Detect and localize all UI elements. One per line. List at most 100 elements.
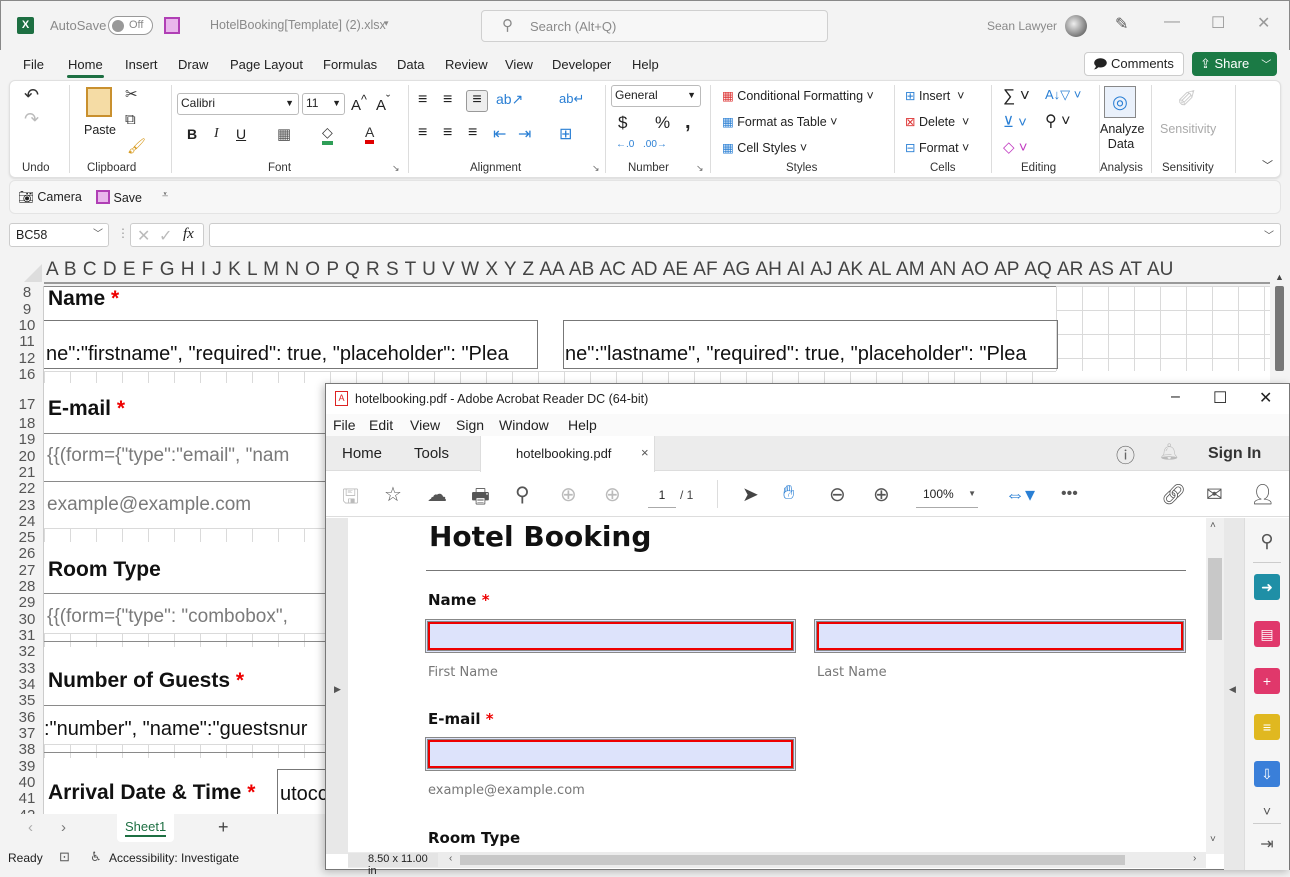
row-header[interactable]: 34 — [10, 679, 43, 691]
acro-menu-file[interactable]: File — [333, 417, 356, 433]
comments-button[interactable]: 🗩 Comments — [1084, 52, 1184, 76]
hand-tool-icon[interactable]: ✋︎ — [783, 482, 794, 505]
row-header[interactable]: 40 — [10, 777, 43, 789]
align-center-icon[interactable]: ≡ — [443, 124, 452, 142]
conditional-formatting-button[interactable]: ▦ Conditional Formatting ˅ — [722, 88, 874, 103]
row-header[interactable]: 12 — [10, 353, 43, 365]
sheet-tab-sheet1[interactable]: Sheet1 — [117, 814, 174, 842]
paste-icon[interactable] — [86, 87, 112, 117]
close-icon[interactable]: ✕ — [1257, 13, 1270, 33]
expand-left-panel-icon[interactable]: ▶ — [334, 684, 341, 695]
row-header[interactable]: 11 — [10, 336, 43, 348]
fill-icon[interactable]: ⊻ ˅ — [1003, 113, 1027, 131]
doc-scroll-up-icon[interactable]: ˄ — [1210, 520, 1216, 531]
file-name[interactable]: HotelBooking[Template] (2).xlsx — [210, 18, 386, 32]
organize-pages-icon[interactable]: ▤ — [1254, 621, 1280, 647]
row-header[interactable]: 37 — [10, 728, 43, 740]
format-cells-button[interactable]: ⊟ Format ˅ — [905, 140, 969, 155]
number-format-combo[interactable]: General ▼ — [611, 85, 701, 107]
doc-horizontal-scrollbar[interactable]: 8.50 x 11.00 in ‹ › — [348, 852, 1206, 877]
prev-page-icon[interactable]: ⊕ — [560, 482, 577, 507]
sign-in-button[interactable]: Sign In — [1208, 445, 1261, 463]
percent-icon[interactable]: % — [655, 113, 670, 133]
undo-icon[interactable]: ↶ — [24, 85, 39, 106]
underline-icon[interactable]: U — [236, 126, 246, 142]
cell-guests-code[interactable]: :"number", "name":"guestsnur — [44, 718, 334, 741]
scrollbar-thumb[interactable] — [1275, 286, 1284, 371]
doc-scroll-down-icon[interactable]: ˅ — [1210, 834, 1216, 845]
wrap-text-icon[interactable]: ab↵ — [559, 91, 584, 107]
decrease-font-icon[interactable]: Aˇ — [376, 93, 390, 114]
right-panel-splitter[interactable]: ◀ — [1224, 518, 1244, 870]
borders-icon[interactable]: ▦ — [277, 125, 291, 143]
scroll-right-icon[interactable]: › — [1193, 853, 1196, 864]
row-header[interactable]: 8 — [10, 287, 43, 299]
doc-vertical-scrollbar[interactable]: ˄ ˅ — [1206, 518, 1224, 854]
page-number-input[interactable]: 1 — [648, 486, 676, 508]
currency-icon[interactable]: $ — [618, 113, 627, 133]
search-text-icon[interactable]: ⚲ — [515, 482, 530, 507]
row-header[interactable]: 25 — [10, 532, 43, 544]
maximize-icon[interactable]: ☐ — [1211, 13, 1225, 33]
collapse-tools-icon[interactable]: ⇥ — [1254, 832, 1280, 858]
name-box[interactable]: BC58 ﹀ — [9, 223, 109, 247]
menu-data[interactable]: Data — [397, 57, 424, 72]
menu-home[interactable]: Home — [68, 57, 103, 72]
analyze-data-button[interactable]: Analyze Data — [1100, 122, 1144, 152]
cell-guests-label[interactable]: Number of Guests * — [48, 669, 244, 693]
acro-menu-sign[interactable]: Sign — [456, 417, 484, 433]
fill-color-icon[interactable]: ◇ — [322, 124, 333, 145]
acrobat-close-icon[interactable]: ✕ — [1259, 388, 1272, 408]
row-header[interactable]: 30 — [10, 614, 43, 626]
menu-formulas[interactable]: Formulas — [323, 57, 377, 72]
zoom-level-select[interactable]: 100% ▼ — [916, 484, 978, 508]
increase-decimal-icon[interactable]: ←.0 — [616, 139, 634, 150]
format-painter-icon[interactable]: 🖌 — [127, 137, 146, 155]
row-header[interactable]: 28 — [10, 581, 43, 593]
menu-draw[interactable]: Draw — [178, 57, 208, 72]
row-header[interactable]: 24 — [10, 516, 43, 528]
create-pdf-icon[interactable]: + — [1254, 668, 1280, 694]
cell-email-label[interactable]: E-mail * — [48, 397, 125, 421]
font-size-combo[interactable]: 11 ▼ — [302, 93, 345, 115]
accessibility-status[interactable]: Accessibility: Investigate — [109, 851, 239, 865]
row-header[interactable]: 27 — [10, 565, 43, 577]
row-headers[interactable]: 8 9 10 11 12 16 17 18 19 20 21 22 23 24 25 26 27 28 29 30 31… — [10, 286, 44, 814]
row-header[interactable]: 9 — [10, 304, 43, 316]
font-color-icon[interactable]: A — [365, 124, 375, 144]
next-page-icon[interactable]: ⊕ — [604, 482, 621, 507]
row-header[interactable]: 39 — [10, 761, 43, 773]
cell-name-label[interactable]: Name * — [48, 287, 119, 311]
doc-scrollbar-thumb[interactable] — [1208, 558, 1222, 640]
cell-email-code[interactable]: {{(form={"type":"email", "nam — [47, 445, 337, 467]
menu-insert[interactable]: Insert — [125, 57, 158, 72]
row-header[interactable]: 16 — [10, 369, 43, 381]
more-tools-icon[interactable]: ••• — [1061, 485, 1078, 503]
autosum-icon[interactable]: ∑ ˅ — [1003, 86, 1030, 106]
acro-menu-window[interactable]: Window — [499, 417, 549, 433]
confirm-formula-icon[interactable]: ✓ — [159, 226, 172, 246]
save-icon[interactable] — [164, 17, 180, 34]
clear-icon[interactable]: ◇ ˅ — [1003, 138, 1027, 156]
alignment-dialog-launcher[interactable]: ↘ — [592, 163, 600, 174]
pen-icon[interactable]: ✎ — [1115, 14, 1128, 34]
acro-menu-edit[interactable]: Edit — [369, 417, 393, 433]
tab-document[interactable]: hotelbooking.pdf × — [480, 436, 655, 472]
delete-cells-button[interactable]: ⊠ Delete ˅ — [905, 114, 969, 129]
row-header[interactable]: 18 — [10, 418, 43, 430]
comment-tool-icon[interactable]: ≡ — [1254, 714, 1280, 740]
cell-email-hint[interactable]: example@example.com — [47, 494, 337, 516]
merge-center-icon[interactable]: ⊞ — [559, 124, 572, 144]
row-header[interactable]: 20 — [10, 451, 43, 463]
align-middle-icon[interactable]: ≡ — [443, 91, 452, 109]
bookmark-star-icon[interactable]: ☆ — [384, 482, 402, 507]
cut-icon[interactable]: ✂ — [125, 85, 138, 103]
paste-button[interactable]: Paste — [84, 123, 116, 137]
insert-function-icon[interactable]: fx — [183, 226, 194, 243]
collapse-right-panel-icon[interactable]: ◀ — [1229, 684, 1236, 695]
share-button[interactable]: ⇪ Share ﹀ — [1192, 52, 1277, 76]
email-icon[interactable]: ✉ — [1206, 482, 1223, 507]
help-icon[interactable]: ⓘ — [1116, 441, 1135, 468]
row-header[interactable]: 23 — [10, 500, 43, 512]
customize-qat-icon[interactable]: ⩡ — [162, 189, 168, 202]
